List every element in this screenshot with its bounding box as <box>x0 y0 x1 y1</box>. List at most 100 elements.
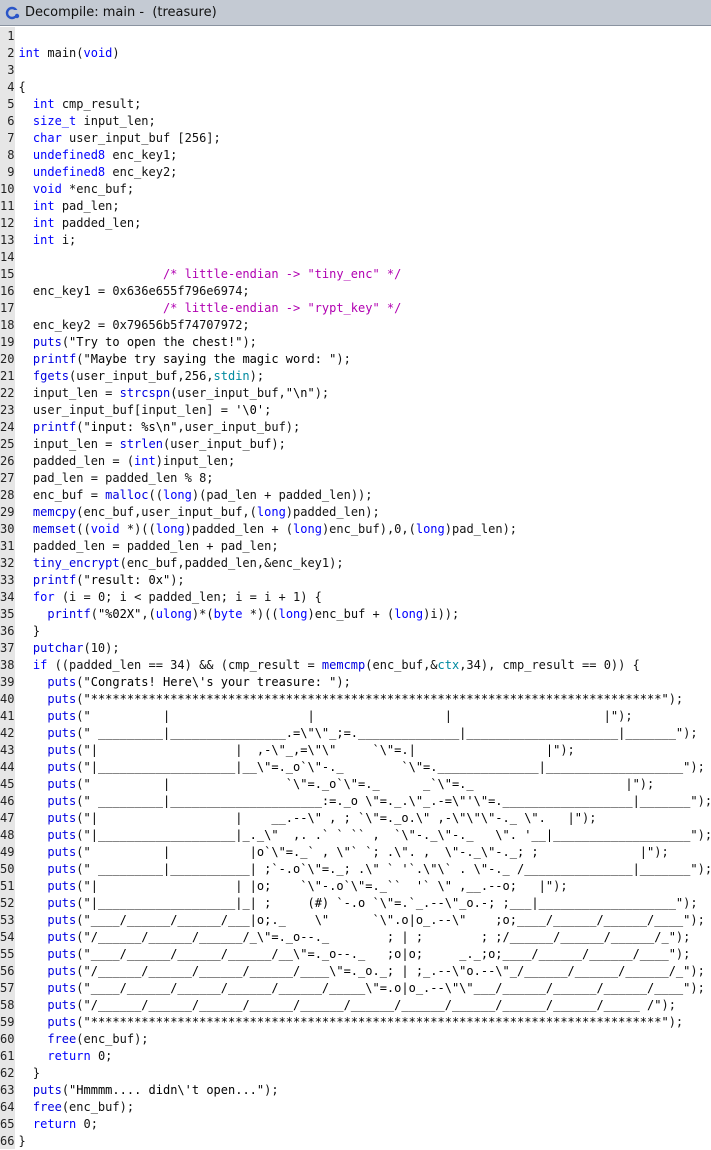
line-number: 5 <box>7 97 15 111</box>
line-number: 13 <box>0 233 15 247</box>
code-line[interactable]: input_len = strlen(user_input_buf); <box>18 436 711 453</box>
code-line[interactable]: puts("____/______/______/______/______/_… <box>18 980 711 997</box>
code-line[interactable]: { <box>18 79 711 96</box>
code-line[interactable]: free(enc_buf); <box>18 1031 711 1048</box>
line-number: 24 <box>0 420 15 434</box>
line-number: 59 <box>0 1015 15 1029</box>
code-line[interactable]: for (i = 0; i < padded_len; i = i + 1) { <box>18 589 711 606</box>
code-line[interactable]: input_len = strcspn(user_input_buf,"\n")… <box>18 385 711 402</box>
code-line[interactable]: if ((padded_len == 34) && (cmp_result = … <box>18 657 711 674</box>
code-line[interactable]: int padded_len; <box>18 215 711 232</box>
code-line[interactable]: putchar(10); <box>18 640 711 657</box>
line-number: 9 <box>7 165 15 179</box>
code-line[interactable]: puts("Hmmmm.... didn\'t open..."); <box>18 1082 711 1099</box>
code-line[interactable]: puts("Congrats! Here\'s your treasure: "… <box>18 674 711 691</box>
code-line[interactable]: puts("/______/______/______/______/_____… <box>18 997 711 1014</box>
line-number: 30 <box>0 522 15 536</box>
code-line[interactable]: padded_len = (int)input_len; <box>18 453 711 470</box>
line-number: 37 <box>0 641 15 655</box>
code-line[interactable] <box>18 249 711 266</box>
code-line[interactable]: puts("/______/______/______/_\"=._o--._ … <box>18 929 711 946</box>
line-number: 61 <box>0 1049 15 1063</box>
code-line[interactable]: printf("result: 0x"); <box>18 572 711 589</box>
code-line[interactable]: void *enc_buf; <box>18 181 711 198</box>
code-line[interactable]: undefined8 enc_key1; <box>18 147 711 164</box>
code-line[interactable]: return 0; <box>18 1116 711 1133</box>
line-number: 11 <box>0 199 15 213</box>
code-line[interactable]: pad_len = padded_len % 8; <box>18 470 711 487</box>
line-number: 21 <box>0 369 15 383</box>
line-number: 48 <box>0 828 15 842</box>
line-number: 16 <box>0 284 15 298</box>
line-number: 38 <box>0 658 15 672</box>
code-line[interactable]: puts("| | __.--\" , ; `\"=._o.\" ,-\"\"\… <box>18 810 711 827</box>
code-line[interactable]: puts(" | `\"=._o`\"=._ _`\"=._ |"); <box>18 776 711 793</box>
code-line[interactable]: /* little-endian -> "rypt_key" */ <box>18 300 711 317</box>
line-number: 50 <box>0 862 15 876</box>
code-line[interactable]: int main(void) <box>18 45 711 62</box>
window-titlebar[interactable]: Decompile: main - (treasure) <box>0 0 711 26</box>
line-number: 35 <box>0 607 15 621</box>
code-line[interactable]: puts(" | |o`\"=._` , \"` `; .\". , \"-._… <box>18 844 711 861</box>
line-number: 39 <box>0 675 15 689</box>
line-number: 42 <box>0 726 15 740</box>
code-line[interactable]: return 0; <box>18 1048 711 1065</box>
code-line[interactable]: printf("%02X",(ulong)*(byte *)((long)enc… <box>18 606 711 623</box>
code-line[interactable]: puts("Try to open the chest!"); <box>18 334 711 351</box>
line-number: 57 <box>0 981 15 995</box>
code-line[interactable]: /* little-endian -> "tiny_enc" */ <box>18 266 711 283</box>
code-line[interactable]: padded_len = padded_len + pad_len; <box>18 538 711 555</box>
code-line[interactable]: puts("**********************************… <box>18 691 711 708</box>
decompiler-editor[interactable]: 1 2 3 4 5 6 7 8 9 10 11 12 13 14 15 16 17 18 19 20 21 22 23 24 2… <box>0 27 711 1149</box>
line-number: 20 <box>0 352 15 366</box>
line-number: 52 <box>0 896 15 910</box>
code-line[interactable]: tiny_encrypt(enc_buf,padded_len,&enc_key… <box>18 555 711 572</box>
code-line[interactable]: puts("| | ,-\"_,=\"\" `\"=.| |"); <box>18 742 711 759</box>
code-line[interactable]: char user_input_buf [256]; <box>18 130 711 147</box>
line-number: 10 <box>0 182 15 196</box>
code-line[interactable]: size_t input_len; <box>18 113 711 130</box>
code-line[interactable]: fgets(user_input_buf,256,stdin); <box>18 368 711 385</box>
line-number: 26 <box>0 454 15 468</box>
code-line[interactable]: puts("|___________________|_| ; (#) `-.o… <box>18 895 711 912</box>
line-number: 14 <box>0 250 15 264</box>
line-number: 45 <box>0 777 15 791</box>
code-line[interactable] <box>18 62 711 79</box>
code-line[interactable]: free(enc_buf); <box>18 1099 711 1116</box>
code-line[interactable]: puts(" _________|_____________________:=… <box>18 793 711 810</box>
code-line[interactable]: undefined8 enc_key2; <box>18 164 711 181</box>
code-line[interactable]: puts("| | |o; `\"-.o`\"=._`` '` \" ,__.-… <box>18 878 711 895</box>
code-line[interactable]: printf("input: %s\n",user_input_buf); <box>18 419 711 436</box>
line-number: 65 <box>0 1117 15 1131</box>
code-line[interactable]: } <box>18 1065 711 1082</box>
line-number: 18 <box>0 318 15 332</box>
code-line[interactable]: int i; <box>18 232 711 249</box>
code-line[interactable]: enc_buf = malloc((long)(pad_len + padded… <box>18 487 711 504</box>
code-line[interactable]: } <box>18 1133 711 1150</box>
code-line[interactable]: puts("|___________________|__\"=._o`\"-.… <box>18 759 711 776</box>
line-number: 56 <box>0 964 15 978</box>
code-line[interactable]: puts("**********************************… <box>18 1014 711 1031</box>
code-line[interactable]: } <box>18 623 711 640</box>
line-number: 44 <box>0 760 15 774</box>
code-line[interactable]: memcpy(enc_buf,user_input_buf,(long)padd… <box>18 504 711 521</box>
code-line[interactable]: enc_key2 = 0x79656b5f74707972; <box>18 317 711 334</box>
code-line[interactable]: puts("____/______/______/___|o;._ \" `\"… <box>18 912 711 929</box>
code-line[interactable]: user_input_buf[input_len] = '\0'; <box>18 402 711 419</box>
code-line[interactable]: puts(" | | | |"); <box>18 708 711 725</box>
code-line[interactable]: memset((void *)((long)padded_len + (long… <box>18 521 711 538</box>
line-number: 51 <box>0 879 15 893</box>
code-line[interactable]: puts("|___________________|_._\" ,. .` `… <box>18 827 711 844</box>
code-line[interactable]: puts(" _________|___________| ;`-.o`\"=.… <box>18 861 711 878</box>
line-number: 22 <box>0 386 15 400</box>
code-line[interactable]: int pad_len; <box>18 198 711 215</box>
line-number: 46 <box>0 794 15 808</box>
code-line[interactable]: puts("____/______/______/______/__\"=._o… <box>18 946 711 963</box>
code-area[interactable]: int main(void) { int cmp_result; size_t i… <box>15 27 711 1149</box>
code-line[interactable]: puts("/______/______/______/______/____\… <box>18 963 711 980</box>
code-line[interactable] <box>18 28 711 45</box>
code-line[interactable]: puts(" _________|________________.=\"\"_… <box>18 725 711 742</box>
code-line[interactable]: printf("Maybe try saying the magic word:… <box>18 351 711 368</box>
code-line[interactable]: enc_key1 = 0x636e655f796e6974; <box>18 283 711 300</box>
code-line[interactable]: int cmp_result; <box>18 96 711 113</box>
